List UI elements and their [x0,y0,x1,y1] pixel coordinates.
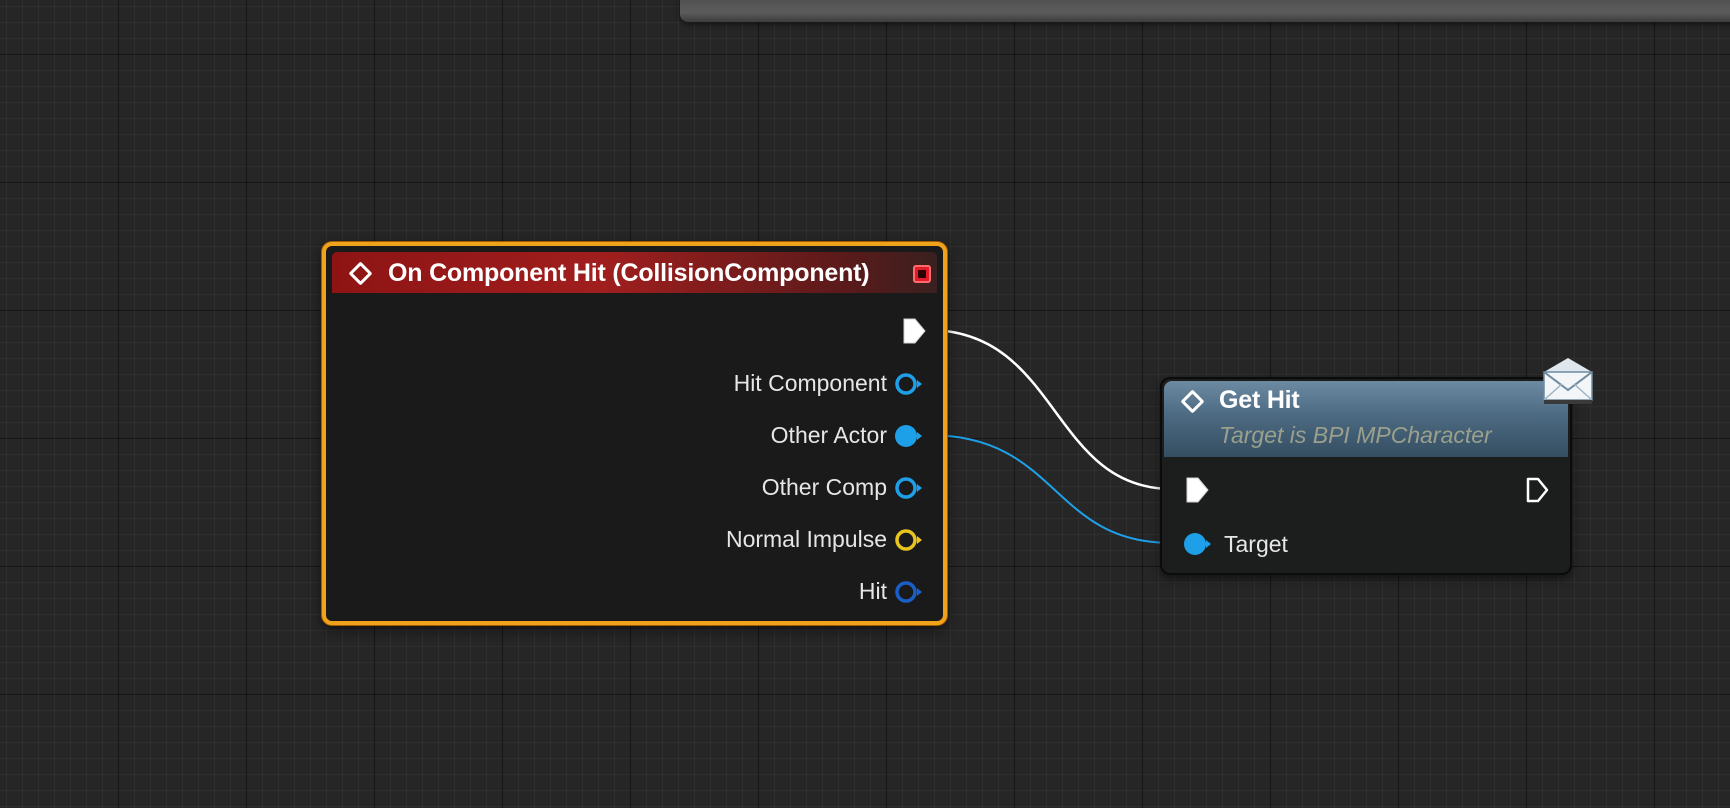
pin-label-target: Target [1224,531,1288,557]
message-envelope-icon [1543,358,1593,404]
call-node-subtitle: Target is BPI MPCharacter [1219,422,1492,448]
other-comp-pin[interactable] [892,473,924,503]
exec-in-pin[interactable] [1183,475,1213,505]
exec-out-pin[interactable] [900,316,930,346]
call-node-title: Get Hit [1219,386,1300,414]
hit-component-pin[interactable] [892,369,924,399]
exec-out-pin[interactable] [1523,475,1553,505]
target-pin[interactable] [1181,529,1213,559]
pin-label-other-comp: Other Comp [761,474,887,500]
exec-wire[interactable] [927,328,1173,491]
pin-label-hit-component: Hit Component [733,370,887,396]
other-actor-pin[interactable] [892,421,924,451]
pin-label-normal-impulse: Normal Impulse [725,526,887,552]
call-node-get-hit[interactable]: Get Hit Target is BPI MPCharacter Target [1160,377,1572,575]
top-panel [680,0,1730,22]
event-node-title: On Component Hit (CollisionComponent) [388,259,870,287]
stop-icon[interactable] [913,265,931,283]
normal-impulse-pin[interactable] [892,525,924,555]
event-node-on-component-hit[interactable]: On Component Hit (CollisionComponent) Hi… [322,242,947,625]
object-wire[interactable] [927,434,1173,544]
pin-label-other-actor: Other Actor [770,422,887,448]
pin-label-hit: Hit [858,578,887,604]
hit-pin[interactable] [892,577,924,607]
